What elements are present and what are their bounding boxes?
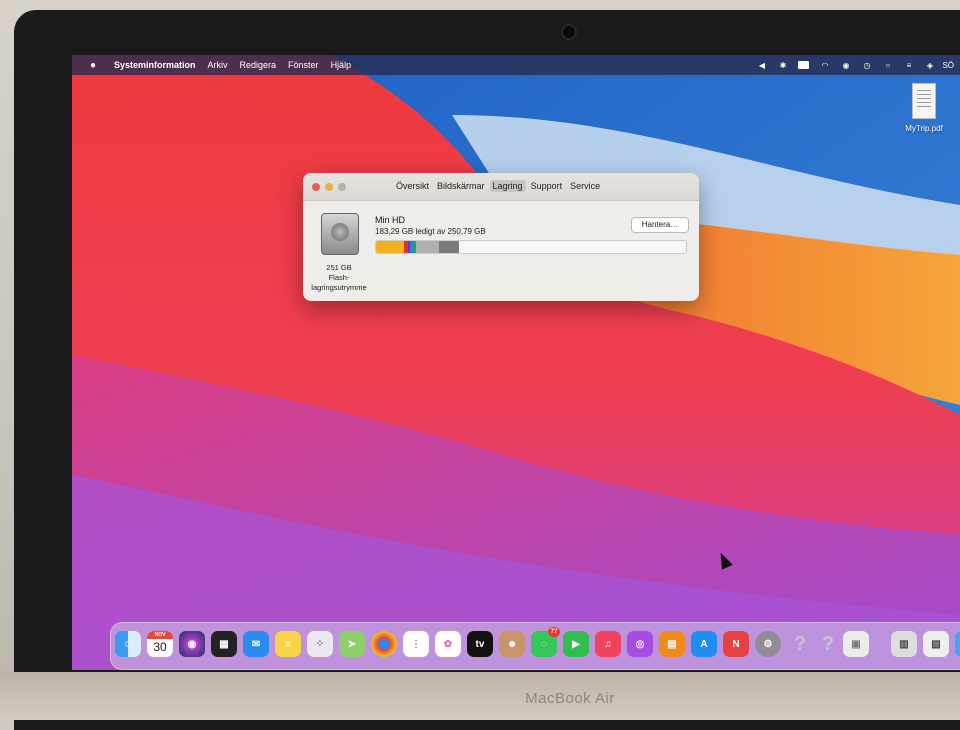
wifi-icon[interactable]: ◠ (819, 61, 830, 70)
contacts-icon[interactable]: ☻ (499, 631, 525, 657)
notes-icon[interactable]: ≡ (275, 631, 301, 657)
dock: ☺ NOV 30 ◉ ▦ ✉ ≡ ⁘ ➤ ⋮ ✿ tv ☻ ◌ 77 ▶ ♫ ◎… (110, 622, 960, 670)
menu-arkiv[interactable]: Arkiv (208, 60, 228, 70)
storage-usage-bar (375, 240, 687, 254)
manage-button[interactable]: Hantera… (631, 217, 689, 233)
launchpad-icon[interactable]: ⁘ (307, 631, 333, 657)
storage-segment (416, 241, 440, 253)
time-machine-icon[interactable]: ◷ (861, 61, 872, 70)
pdf-file-icon (912, 83, 936, 119)
podcasts-icon[interactable]: ◎ (627, 631, 653, 657)
window-titlebar[interactable]: Översikt Bildskärmar Lagring Support Ser… (303, 173, 699, 201)
messages-icon[interactable]: ◌ 77 (531, 627, 560, 657)
system-preferences-icon[interactable]: ⚙ (755, 631, 781, 657)
disk-capacity: 251 GB (326, 263, 352, 272)
tab-support[interactable]: Support (528, 180, 566, 192)
tab-service[interactable]: Service (567, 180, 603, 192)
app-store-icon[interactable]: A (691, 631, 717, 657)
control-center-icon[interactable]: ≡ (903, 61, 914, 70)
file-label: MyTrip.pdf (905, 124, 943, 133)
storage-panel: 251 GB Flash- lagringsutrymme Min HD 183… (303, 201, 699, 301)
search-icon[interactable]: ○ (882, 61, 893, 70)
chrome-icon[interactable] (371, 631, 397, 657)
calendar-icon[interactable]: NOV 30 (147, 631, 173, 657)
laptop-chin: MacBook Air (0, 672, 960, 720)
siri-app-icon[interactable]: ◉ (179, 631, 205, 657)
disk-caption: 251 GB Flash- lagringsutrymme (309, 263, 369, 293)
widgets-icon[interactable]: ▦ (211, 631, 237, 657)
battery-icon[interactable] (798, 61, 810, 70)
tab-bildskarmar[interactable]: Bildskärmar (434, 180, 488, 192)
desktop-screen: ● Systeminformation Arkiv Redigera Fönst… (72, 55, 960, 670)
tab-oversikt[interactable]: Översikt (393, 180, 432, 192)
system-information-window: Översikt Bildskärmar Lagring Support Ser… (303, 173, 699, 301)
facetime-icon[interactable]: ▶ (563, 631, 589, 657)
finder-window-icon[interactable]: ▢ (955, 631, 960, 657)
zoom-button (338, 183, 346, 191)
free-space-text: 183,29 GB ledigt av 250,79 GB (375, 227, 486, 236)
wallpaper (72, 55, 960, 670)
clock-text[interactable]: SÖ (942, 61, 954, 70)
calendar-month: NOV (147, 631, 173, 639)
storage-segment (439, 241, 460, 253)
calendar-day: 30 (153, 640, 167, 654)
downloads-stack-icon[interactable]: ▥ (891, 631, 917, 657)
apple-tv-icon[interactable]: tv (467, 631, 493, 657)
tab-bar: Översikt Bildskärmar Lagring Support Ser… (393, 180, 605, 192)
menu-app-name[interactable]: Systeminformation (114, 60, 196, 70)
status-area: ◀ ✱ ◠ ◉ ◷ ○ ≡ ◈ SÖ (751, 55, 960, 75)
volume-icon[interactable]: ◀ (756, 61, 767, 70)
camera (561, 24, 577, 40)
bluetooth-icon[interactable]: ✱ (777, 61, 788, 70)
user-icon[interactable]: ◉ (840, 61, 851, 70)
menu-redigera[interactable]: Redigera (240, 60, 277, 70)
books-icon[interactable]: ▤ (659, 631, 685, 657)
messages-badge: 77 (548, 627, 560, 637)
unknown-app-icon-2[interactable]: ? (815, 631, 841, 657)
minimize-button[interactable] (325, 183, 333, 191)
reminders-icon[interactable]: ⋮ (403, 631, 429, 657)
menu-fonster[interactable]: Fönster (288, 60, 319, 70)
mail-icon[interactable]: ✉ (243, 631, 269, 657)
disk-type-line2: lagringsutrymme (311, 283, 367, 292)
close-button[interactable] (312, 183, 320, 191)
apple-menu-icon[interactable]: ● (82, 60, 104, 71)
menu-hjalp[interactable]: Hjälp (331, 60, 352, 70)
menu-bar: ● Systeminformation Arkiv Redigera Fönst… (72, 55, 960, 75)
hard-drive-icon (321, 213, 359, 255)
finder-icon[interactable]: ☺ (115, 631, 141, 657)
storage-segment (376, 241, 405, 253)
tab-lagring[interactable]: Lagring (489, 180, 526, 192)
maps-icon[interactable]: ➤ (339, 631, 365, 657)
unknown-app-icon[interactable]: ? (787, 631, 813, 657)
desktop-file-pdf[interactable]: MyTrip.pdf (894, 83, 954, 133)
trash-stack-icon[interactable]: ▧ (923, 631, 949, 657)
volume-name: Min HD (375, 215, 406, 225)
news-icon[interactable]: N (723, 631, 749, 657)
music-icon[interactable]: ♫ (595, 631, 621, 657)
preview-icon[interactable]: ▣ (843, 631, 869, 657)
device-label: MacBook Air (525, 690, 615, 707)
siri-icon[interactable]: ◈ (924, 61, 935, 70)
photos-icon[interactable]: ✿ (435, 631, 461, 657)
disk-type-line1: Flash- (328, 273, 350, 282)
